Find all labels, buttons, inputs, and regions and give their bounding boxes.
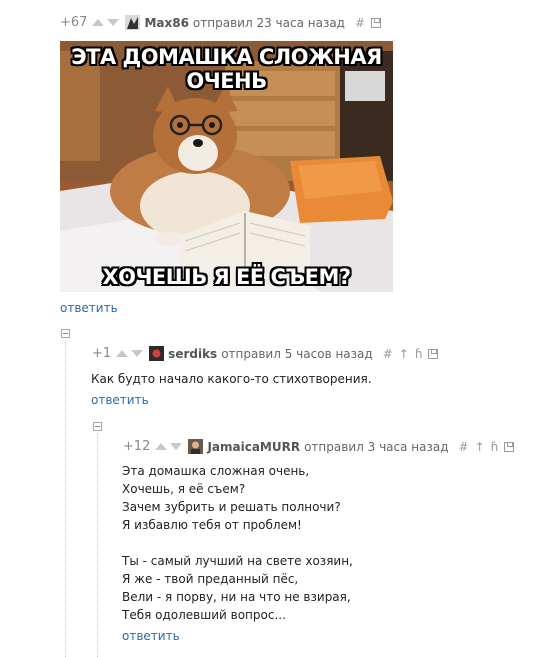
comment2-author[interactable]: JamaicaMURR [207, 440, 300, 454]
comment2-reply-link[interactable]: ответить [122, 629, 180, 643]
avatar[interactable] [149, 346, 165, 361]
comment2-header: +12 JamaicaMURR отправил 3 часа назад # … [123, 439, 515, 454]
poem-line: Вели - я порву, ни на что не взирая, [122, 590, 351, 604]
comment1-rating: +1 [92, 346, 112, 361]
reply-to-parent-icon[interactable]: ↑ [475, 440, 485, 454]
thread-line [65, 340, 66, 657]
save-icon[interactable] [428, 348, 439, 359]
meme-bottom-caption: ХОЧЕШЬ Я ЕЁ СЪЕМ? [102, 265, 351, 289]
poem-line: Хочешь, я её съем? [122, 482, 246, 496]
meme-top-caption: ЭТА ДОМАШКА СЛОЖНАЯ ОЧЕНЬ [71, 45, 382, 93]
post-author[interactable]: Max86 [144, 16, 188, 30]
thread-line [97, 433, 98, 657]
poem-line: Зачем зубрить и решать полночи? [122, 500, 341, 514]
permalink-icon[interactable]: # [459, 440, 469, 454]
save-icon[interactable] [504, 441, 515, 452]
comment1-author[interactable]: serdiks [168, 347, 217, 361]
comment2-time: отправил 3 часа назад [304, 439, 449, 454]
downvote-icon[interactable] [170, 443, 183, 450]
downvote-icon[interactable] [107, 19, 120, 26]
poem-line: Ты - самый лучший на свете хозяин, [122, 554, 353, 568]
comment1-reply-link[interactable]: ответить [91, 393, 149, 407]
upvote-icon[interactable] [116, 350, 129, 357]
poem-line: Я же - твой преданный пёс, [122, 572, 299, 586]
avatar[interactable] [188, 439, 204, 454]
branch-icon[interactable]: ɦ [415, 347, 423, 361]
comment2-rating: +12 [123, 439, 151, 454]
post-image: ЭТА ДОМАШКА СЛОЖНАЯ ОЧЕНЬ ХОЧЕШЬ Я ЕЁ СЪ… [60, 41, 393, 292]
post-rating: +67 [60, 15, 88, 30]
poem-line: Тебя одолевший вопрос... [122, 608, 286, 622]
permalink-icon[interactable]: # [383, 347, 393, 361]
comment1-text: Как будто начало какого-то стихотворения… [91, 372, 372, 386]
comment1-header: +1 serdiks отправил 5 часов назад # ↑ ɦ [92, 346, 439, 361]
permalink-icon[interactable]: # [355, 16, 365, 30]
upvote-icon[interactable] [92, 19, 105, 26]
post-time: отправил 23 часа назад [192, 15, 345, 30]
comment1-time: отправил 5 часов назад [221, 346, 373, 361]
downvote-icon[interactable] [131, 350, 144, 357]
reply-to-parent-icon[interactable]: ↑ [399, 347, 409, 361]
post-header: +67 Max86 отправил 23 часа назад # [60, 15, 382, 30]
upvote-icon[interactable] [155, 443, 168, 450]
avatar[interactable] [125, 15, 141, 30]
poem-line: Я избавлю тебя от проблем! [122, 518, 302, 532]
collapse-thread-button[interactable] [61, 329, 70, 338]
save-icon[interactable] [371, 17, 382, 28]
collapse-thread-button[interactable] [93, 422, 102, 431]
branch-icon[interactable]: ɦ [491, 440, 499, 454]
post-reply-link[interactable]: ответить [60, 301, 118, 315]
poem-line: Эта домашка сложная очень, [122, 464, 310, 478]
